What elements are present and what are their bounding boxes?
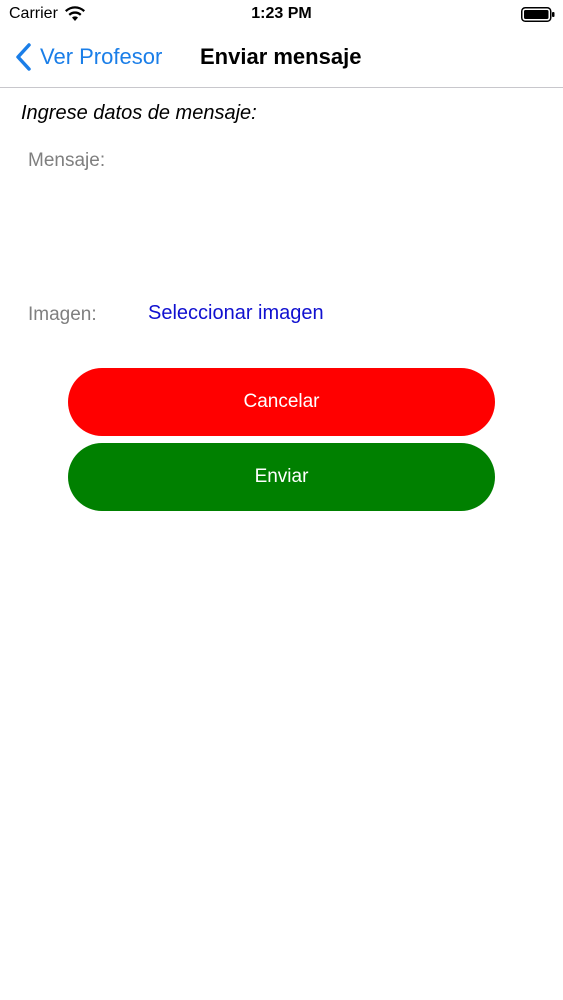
status-bar: Carrier 1:23 PM — [0, 0, 563, 30]
cancel-button[interactable]: Cancelar — [68, 368, 495, 436]
select-image-button[interactable]: Seleccionar imagen — [148, 302, 324, 325]
page-title: Enviar mensaje — [200, 44, 362, 69]
message-input[interactable] — [130, 140, 544, 284]
navigation-bar: Ver Profesor Enviar mensaje — [0, 30, 563, 88]
message-label: Mensaje: — [28, 150, 106, 171]
chevron-left-icon — [16, 43, 31, 71]
back-button-label: Ver Profesor — [40, 44, 163, 69]
clock: 1:23 PM — [251, 5, 312, 22]
back-button[interactable]: Ver Profesor — [14, 42, 162, 72]
battery-icon — [521, 7, 555, 22]
send-button[interactable]: Enviar — [68, 443, 495, 511]
form-heading: Ingrese datos de mensaje: — [21, 102, 257, 124]
image-label: Imagen: — [28, 304, 97, 325]
